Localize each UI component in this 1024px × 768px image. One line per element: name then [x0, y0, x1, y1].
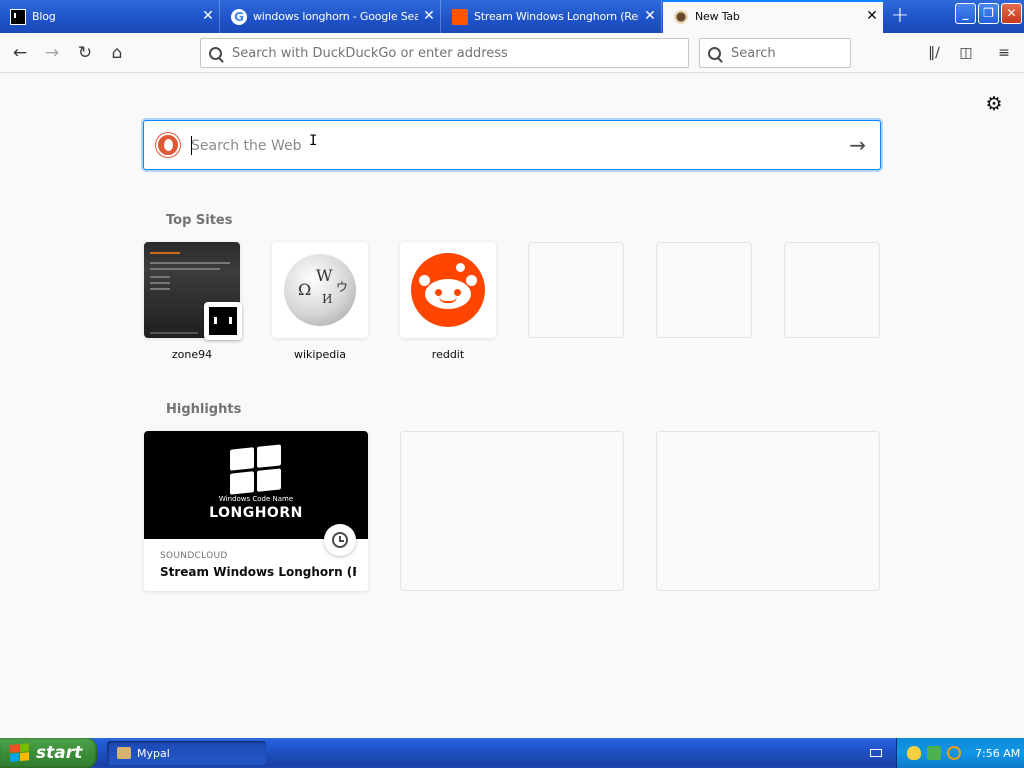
top-sites-heading: Top Sites [166, 213, 233, 228]
top-site-label: wikipedia [293, 348, 346, 361]
top-site-reddit[interactable] [400, 242, 496, 338]
google-favicon-icon: G [231, 8, 247, 25]
windows-flag-icon [10, 743, 30, 763]
close-icon[interactable]: ✕ [861, 0, 883, 33]
clock-icon [332, 532, 348, 548]
start-button[interactable]: start [0, 738, 97, 768]
newtab-favicon-icon [673, 8, 689, 25]
tab-label: windows longhorn - Google Search [253, 10, 418, 23]
search-bar[interactable]: Search [699, 38, 851, 68]
top-site-wikipedia[interactable]: Ω W И ウ [272, 242, 368, 338]
close-window-button[interactable]: ✕ [1001, 3, 1022, 24]
url-bar[interactable]: Search with DuckDuckGo or enter address [200, 38, 689, 68]
highlight-card[interactable]: Windows Code Name LONGHORN SOUNDCLOUD St… [144, 431, 368, 591]
taskbar-clock[interactable]: 7:56 AM [975, 747, 1020, 760]
sidebar-icon[interactable]: ◫ [956, 43, 976, 63]
navigation-toolbar: ← → ↻ ⌂ Search with DuckDuckGo or enter … [0, 33, 1024, 73]
forward-arrow-icon: → [44, 43, 60, 63]
taskbar-item-mypal[interactable]: Mypal [107, 741, 266, 765]
library-icon[interactable]: ‖∕ [924, 43, 944, 63]
close-icon[interactable]: ✕ [418, 0, 440, 33]
blog-favicon-icon [10, 8, 26, 25]
reddit-logo-icon [411, 253, 485, 327]
tab-google-search[interactable]: G windows longhorn - Google Search ✕ [221, 0, 441, 33]
top-site-label: reddit [431, 348, 465, 361]
reload-icon: ↻ [77, 43, 93, 63]
windows-logo-icon [230, 444, 282, 495]
highlight-empty-slot [400, 431, 624, 591]
top-site-empty-slot [784, 242, 880, 338]
taskbar: start Mypal 7:56 AM [0, 738, 1024, 768]
mypal-app-icon [117, 747, 131, 759]
gear-icon[interactable]: ⚙ [984, 94, 1004, 114]
text-caret [191, 136, 192, 155]
tab-soundcloud[interactable]: Stream Windows Longhorn (Remix) ✕ [442, 0, 662, 33]
forward-button[interactable]: → [38, 39, 66, 67]
close-icon[interactable]: ✕ [639, 0, 661, 33]
reload-button[interactable]: ↻ [71, 39, 99, 67]
back-arrow-icon: ← [12, 43, 28, 63]
zone94-favicon-icon [204, 302, 242, 340]
new-tab-button[interactable]: + [885, 0, 915, 33]
close-icon[interactable]: ✕ [197, 0, 219, 33]
search-tray-icon[interactable] [947, 746, 961, 760]
minimize-button[interactable]: _ [955, 3, 976, 24]
tab-new-tab[interactable]: New Tab ✕ [663, 0, 883, 33]
web-search-box[interactable]: → [143, 120, 881, 170]
network-icon[interactable] [927, 746, 941, 760]
top-site-label: zone94 [171, 348, 213, 361]
highlight-source: SOUNDCLOUD [160, 551, 228, 561]
keyboard-icon[interactable] [870, 749, 882, 757]
search-icon [708, 46, 721, 60]
back-button[interactable]: ← [6, 39, 34, 67]
tab-label: Blog [32, 10, 56, 23]
top-site-empty-slot [656, 242, 752, 338]
home-icon: ⌂ [111, 43, 123, 63]
restore-button[interactable]: ❐ [978, 3, 999, 24]
tab-blog[interactable]: Blog ✕ [0, 0, 220, 33]
highlights-heading: Highlights [166, 402, 242, 417]
tab-label: Stream Windows Longhorn (Remix) [474, 10, 639, 23]
top-site-empty-slot [528, 242, 624, 338]
text-cursor-icon: I [309, 133, 318, 149]
thumbnail-caption: Windows Code Name [218, 495, 294, 503]
start-label: start [36, 743, 83, 763]
tab-strip: Blog ✕ G windows longhorn - Google Searc… [0, 0, 1024, 33]
card-context-button[interactable] [324, 524, 356, 556]
search-icon [209, 46, 222, 60]
highlight-empty-slot [656, 431, 880, 591]
security-shield-icon[interactable] [907, 746, 921, 760]
home-button[interactable]: ⌂ [103, 39, 131, 67]
system-tray: 7:56 AM [896, 738, 1024, 768]
menu-icon[interactable]: ≡ [994, 43, 1014, 63]
wikipedia-globe-icon: Ω W И ウ [284, 254, 356, 326]
highlight-title: Stream Windows Longhorn (Re... [160, 565, 356, 579]
thumbnail-title: LONGHORN [209, 505, 303, 521]
web-search-input[interactable] [191, 135, 831, 157]
longhorn-thumbnail: Windows Code Name LONGHORN [144, 431, 368, 539]
taskbar-item-label: Mypal [137, 746, 170, 760]
search-bar-placeholder: Search [731, 45, 776, 61]
search-go-arrow-icon[interactable]: → [849, 133, 866, 157]
duckduckgo-logo-icon [156, 133, 180, 157]
soundcloud-favicon-icon [452, 8, 468, 25]
url-bar-placeholder: Search with DuckDuckGo or enter address [232, 45, 508, 61]
tab-label: New Tab [695, 10, 740, 23]
